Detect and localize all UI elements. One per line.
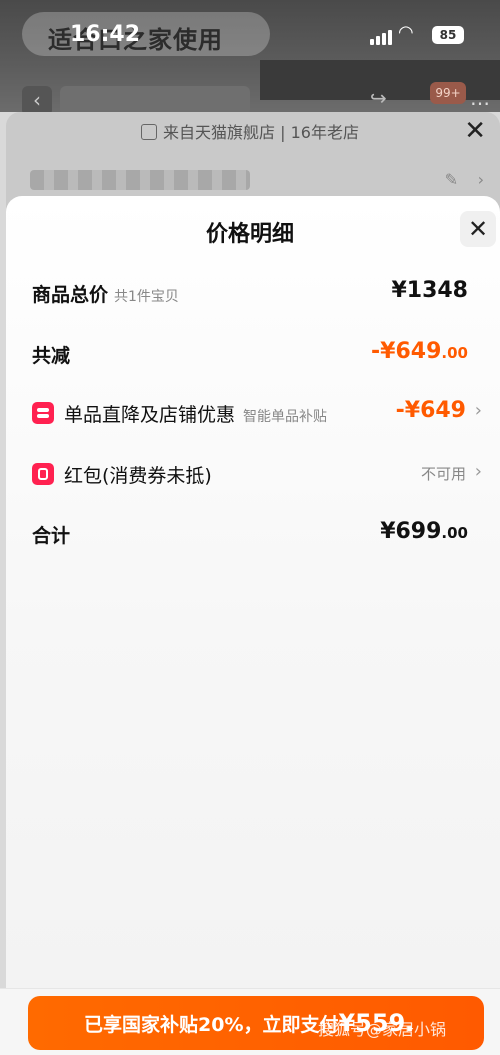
address-blurred: [30, 170, 250, 190]
pay-button-label: 已享国家补贴20%，立即支付: [84, 1014, 339, 1036]
price-detail-sheet: [6, 196, 500, 1054]
coupon-icon: [32, 402, 54, 424]
edit-icon[interactable]: ✎: [445, 170, 458, 189]
sum-amount: ¥699.00: [380, 519, 468, 544]
close-icon: ✕: [467, 215, 489, 243]
item-discount-label: 单品直降及店铺优惠: [64, 404, 236, 426]
row-total-discount: 共减 -¥649.00: [0, 333, 500, 373]
signal-icon: [370, 26, 394, 45]
wifi-icon: ◠: [398, 22, 414, 43]
chevron-right-icon: ›: [474, 461, 482, 482]
watermark: 搜狐号@家居小锅: [318, 1020, 447, 1039]
cart-badge[interactable]: 99+: [430, 82, 466, 104]
row-red-packet[interactable]: 红包(消费券未抵) 不可用 ›: [0, 453, 500, 493]
red-packet-status: 不可用: [420, 465, 466, 483]
red-packet-icon: [32, 463, 54, 485]
goods-count: 共1件宝贝: [114, 289, 179, 305]
row-sum: 合计 ¥699.00: [0, 513, 500, 553]
row-item-discount[interactable]: 单品直降及店铺优惠 智能单品补贴 -¥649 ›: [0, 392, 500, 432]
close-button[interactable]: ✕: [460, 211, 496, 247]
red-packet-label: 红包(消费券未抵): [64, 465, 212, 487]
battery-icon: 85: [432, 26, 464, 44]
sheet-title: 价格明细: [205, 222, 294, 247]
more-icon[interactable]: …: [470, 86, 491, 110]
chevron-right-icon[interactable]: ›: [478, 170, 484, 189]
goods-total-amount: ¥1348: [391, 278, 468, 303]
goods-total-label: 商品总价: [32, 284, 109, 306]
chevron-right-icon: ›: [474, 400, 482, 421]
item-discount-amount: -¥649: [395, 398, 466, 423]
sum-label: 合计: [32, 525, 71, 547]
item-discount-sub: 智能单品补贴: [243, 409, 328, 425]
status-time: 16:42: [70, 22, 141, 47]
shield-icon: [141, 124, 158, 140]
order-sheet-close-icon[interactable]: ✕: [464, 116, 486, 146]
store-info: 来自天猫旗舰店 | 16年老店: [0, 119, 500, 143]
discount-label: 共减: [32, 345, 71, 367]
row-goods-total: 商品总价 共1件宝贝 ¥1348: [0, 272, 500, 312]
discount-amount: -¥649.00: [371, 339, 468, 364]
